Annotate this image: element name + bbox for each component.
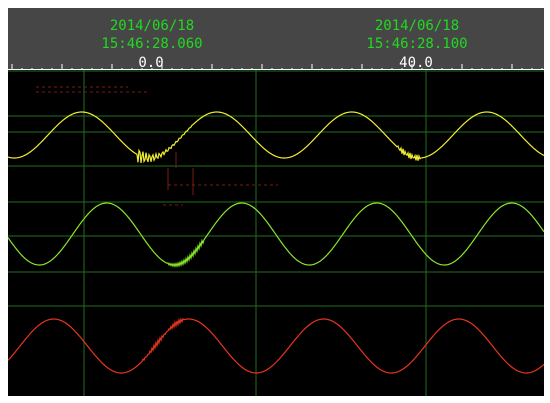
waveform-viewer: 2014/06/18 15:46:28.060 0.0 2014/06/18 1… xyxy=(0,0,550,403)
time-ruler[interactable] xyxy=(0,0,550,80)
channel-3-waveform xyxy=(8,317,544,374)
trace-residue xyxy=(36,86,278,206)
channel-2-waveform xyxy=(8,202,544,268)
waveform-canvas xyxy=(8,70,544,396)
channel-1-waveform xyxy=(8,111,544,164)
waveform-plot-area[interactable] xyxy=(8,70,544,396)
